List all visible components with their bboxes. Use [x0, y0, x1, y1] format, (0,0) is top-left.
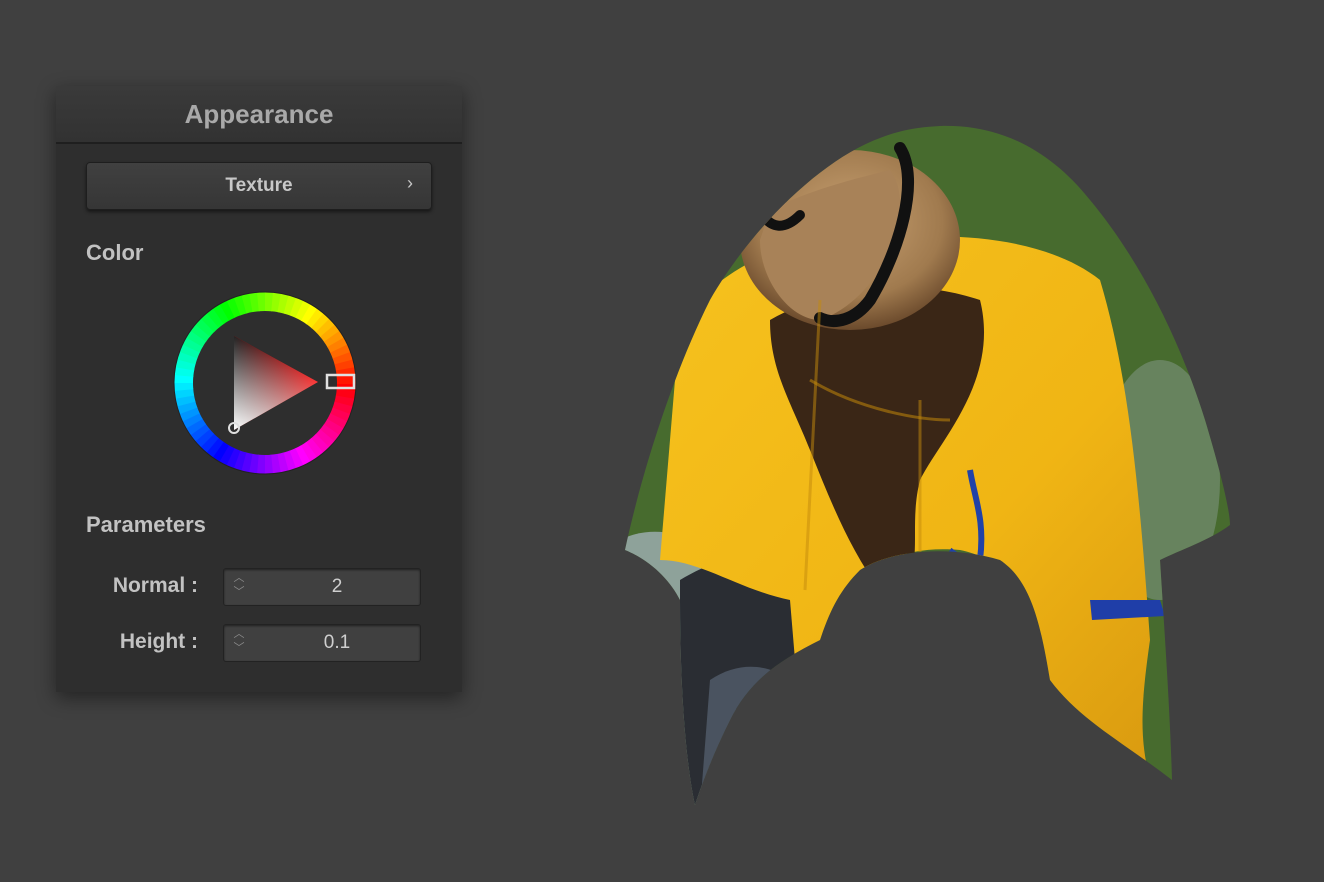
- spin-arrows-icon[interactable]: ︿ ﹀: [230, 627, 248, 659]
- panel-header: Appearance: [56, 86, 462, 144]
- color-section-label: Color: [86, 240, 144, 265]
- texture-button-label: Texture: [225, 175, 293, 196]
- height-label: Height :: [119, 630, 198, 653]
- normal-label: Normal :: [112, 574, 198, 597]
- textured-cloth-mesh[interactable]: [620, 120, 1236, 810]
- color-wheel[interactable]: [172, 290, 358, 476]
- height-value: 0.1: [323, 632, 351, 653]
- panel-title: Appearance: [184, 98, 334, 129]
- param-row-normal: Normal : ︿ ﹀ 2: [56, 568, 462, 606]
- saturation-value-triangle[interactable]: [234, 336, 318, 430]
- texture-button[interactable]: Texture ›: [86, 162, 432, 210]
- appearance-panel: Appearance Texture › Color Parameters No…: [56, 86, 462, 692]
- viewport[interactable]: Appearance Texture › Color Parameters No…: [0, 0, 1324, 882]
- parameters-section-label: Parameters: [86, 512, 206, 537]
- normal-spinbox[interactable]: ︿ ﹀ 2: [223, 568, 421, 606]
- param-row-height: Height : ︿ ﹀ 0.1: [56, 624, 462, 662]
- spin-arrows-icon[interactable]: ︿ ﹀: [230, 571, 248, 603]
- height-spinbox[interactable]: ︿ ﹀ 0.1: [223, 624, 421, 662]
- chevron-right-icon: ›: [407, 173, 413, 193]
- normal-value: 2: [331, 576, 343, 597]
